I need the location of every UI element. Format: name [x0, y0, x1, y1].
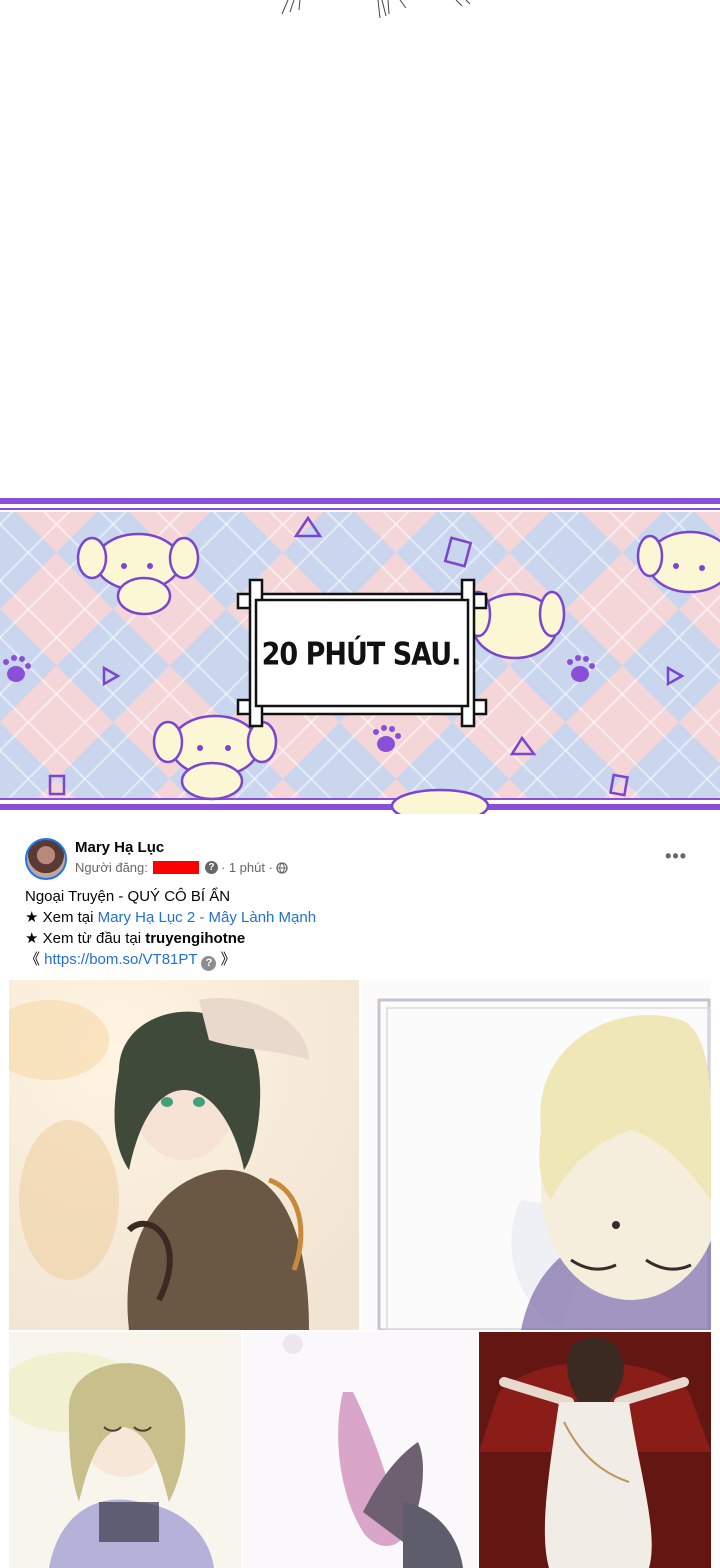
avatar[interactable]: [25, 838, 67, 880]
read-at-line: ★ Xem tại Mary Hạ Lục 2 - Mây Lành Mạnh: [25, 907, 685, 928]
photo-5[interactable]: [479, 1332, 711, 1568]
post-meta: Người đăng: ? · 1 phút ·: [75, 860, 288, 875]
url-open-bracket: 《: [25, 951, 45, 968]
facebook-post: Mary Hạ Lục Người đăng: ? · 1 phút · •••…: [9, 822, 711, 1568]
photo-grid: [9, 980, 711, 1568]
post-url-link[interactable]: https://bom.so/VT81PT: [44, 951, 197, 968]
poster-label: Người đăng:: [75, 860, 148, 875]
read-at-prefix: ★ Xem tại: [25, 909, 98, 926]
photo-2[interactable]: [361, 980, 711, 1330]
globe-icon: [276, 861, 288, 874]
post-title: Ngoại Truyện - QUÝ CÔ BÍ ẨN: [25, 888, 231, 905]
more-options-button[interactable]: •••: [665, 846, 687, 867]
post-time[interactable]: · 1 phút ·: [221, 860, 273, 875]
redacted-name: [152, 861, 199, 874]
from-start-site[interactable]: truyengihotne: [145, 930, 245, 947]
manga-panel-blank: [0, 0, 720, 496]
from-start-line: ★ Xem từ đầu tại truyengihotne: [25, 928, 685, 949]
from-start-prefix: ★ Xem từ đầu tại: [25, 930, 146, 947]
photo-4[interactable]: [243, 1332, 477, 1568]
read-at-link[interactable]: Mary Hạ Lục 2 - Mây Lành Mạnh: [98, 909, 316, 926]
help-icon[interactable]: ?: [204, 861, 218, 874]
url-line: 《 https://bom.so/VT81PT ? 》: [25, 949, 685, 971]
url-close-bracket: 》: [216, 951, 236, 968]
help-icon[interactable]: ?: [201, 956, 217, 971]
grass-strokes: [281, 0, 471, 19]
post-text: Ngoại Truyện - QUÝ CÔ BÍ ẨN ★ Xem tại Ma…: [25, 886, 685, 971]
photo-3[interactable]: [9, 1332, 241, 1568]
photo-1[interactable]: [9, 980, 359, 1330]
post-author[interactable]: Mary Hạ Lục: [75, 839, 164, 856]
panel-caption: 20 PHÚT SAU.: [261, 636, 462, 672]
